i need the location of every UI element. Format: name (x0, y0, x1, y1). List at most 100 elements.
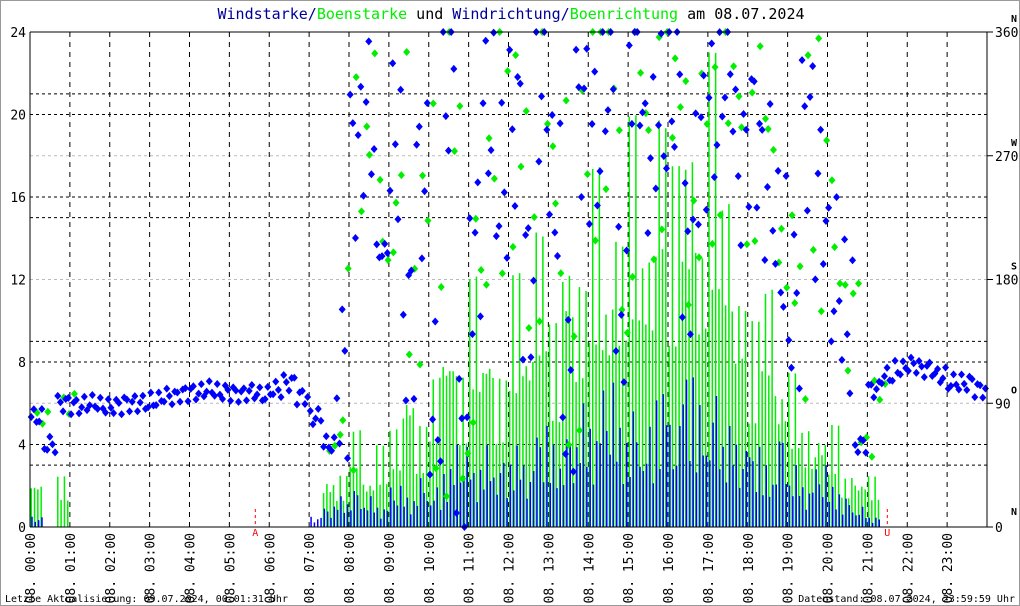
wind-direction-point (320, 442, 328, 451)
wind-direction-point (729, 127, 737, 136)
wind-direction-point (553, 251, 561, 260)
wind-direction-point (48, 440, 56, 449)
wind-direction-point (277, 393, 285, 402)
wind-direction-point (264, 382, 272, 391)
wind-direction-point (147, 388, 155, 397)
wind-direction-point (235, 397, 243, 406)
wind-direction-point (136, 398, 144, 407)
wind-direction-point (314, 404, 322, 413)
gust-direction-point (376, 175, 384, 184)
wind-direction-point (779, 302, 787, 311)
x-tick-label: 08. 15:00 (622, 533, 637, 603)
x-tick-label: 08. 03:00 (144, 533, 159, 603)
wind-direction-point (641, 99, 649, 108)
wind-direction-point (46, 432, 54, 441)
wind-direction-point (655, 121, 663, 130)
y-left-tick-label: 16 (10, 191, 26, 206)
gust-direction-point (336, 430, 344, 439)
wind-direction-point (899, 357, 907, 366)
y-left-tick-label: 8 (18, 356, 26, 371)
wind-direction-point (649, 72, 657, 81)
wind-direction-point (163, 384, 171, 393)
grid (30, 32, 987, 527)
wind-direction-point (176, 397, 184, 406)
gust-direction-point (392, 198, 400, 207)
wind-direction-point (588, 119, 596, 128)
gust-direction-point (397, 171, 405, 180)
y-left-tick-label: 12 (10, 274, 26, 289)
wind-direction-point (445, 146, 453, 155)
wind-direction-point (397, 85, 405, 94)
wind-direction-point (811, 275, 819, 284)
wind-direction-point (851, 441, 859, 450)
gust-direction-point (365, 150, 373, 159)
wind-direction-point (830, 307, 838, 316)
gust-direction-point (517, 162, 525, 171)
direction-label: O (1011, 385, 1017, 396)
wind-direction-point (482, 36, 490, 45)
gust-direction-point (796, 262, 804, 271)
wind-direction-point (790, 230, 798, 239)
wind-direction-point (678, 313, 686, 322)
wind-direction-point (168, 400, 176, 409)
x-tick-label: 08. 01:00 (64, 533, 79, 603)
gust-direction-point (828, 176, 836, 185)
wind-direction-point (753, 203, 761, 212)
gust-direction-point (504, 67, 512, 76)
gust-direction-point (498, 269, 506, 278)
wind-direction-point (280, 370, 288, 379)
wind-direction-point (96, 393, 104, 402)
wind-direction-point (833, 193, 841, 202)
gust-direction-point (339, 416, 347, 425)
gust-direction-point (791, 299, 799, 308)
wind-direction-point (668, 117, 676, 126)
wind-direction-point (548, 111, 556, 120)
wind-direction-point (942, 363, 950, 372)
wind-direction-point (596, 167, 604, 176)
wind-direction-point (126, 407, 134, 416)
gust-direction-point (522, 107, 530, 116)
wind-direction-point (681, 179, 689, 188)
wind-direction-point (256, 383, 264, 392)
wind-direction-point (134, 407, 142, 416)
x-tick-label: 08. 07:00 (303, 533, 318, 603)
gust-direction-point (809, 245, 817, 254)
wind-direction-point (88, 391, 96, 400)
x-tick-label: 08. 22:00 (901, 533, 916, 603)
wind-direction-point (139, 391, 147, 400)
title-windstarke: Windstarke (217, 5, 307, 23)
wind-direction-point (803, 206, 811, 215)
title-sep: / (561, 5, 570, 23)
wind-direction-point (841, 235, 849, 244)
wind-direction-point (920, 373, 928, 382)
wind-direction-point (458, 414, 466, 423)
y-left-tick-label: 4 (18, 439, 26, 454)
wind-direction-point (399, 310, 407, 319)
wind-direction-point (793, 289, 801, 298)
wind-direction-point (442, 112, 450, 121)
wind-direction-point (585, 220, 593, 229)
wind-direction-point (431, 317, 439, 326)
gust-direction-point (801, 395, 809, 404)
gust-direction-point (645, 126, 653, 135)
wind-direction-point (732, 85, 740, 94)
wind-direction-point (155, 388, 163, 397)
gust-direction-point (804, 51, 812, 60)
gust-direction-point (352, 73, 360, 82)
gust-direction-point (403, 48, 411, 57)
wind-direction-point (492, 232, 500, 241)
wind-direction-point (27, 413, 35, 421)
gust-direction-point (363, 122, 371, 131)
gust-direction-point (668, 133, 676, 142)
wind-direction-point (410, 394, 418, 403)
wind-direction-point (785, 336, 793, 345)
wind-direction-point (798, 56, 806, 65)
gust-direction-point (525, 324, 533, 333)
wind-direction-point (809, 62, 817, 71)
wind-direction-point (912, 368, 920, 377)
gust-direction-point (690, 196, 698, 205)
title-date: am 08.07.2024 (678, 5, 804, 23)
wind-chart: Windstarke/Boenstarke und Windrichtung/B… (5, 5, 1018, 605)
gust-direction-point (817, 307, 825, 316)
gust-direction-point (615, 126, 623, 135)
